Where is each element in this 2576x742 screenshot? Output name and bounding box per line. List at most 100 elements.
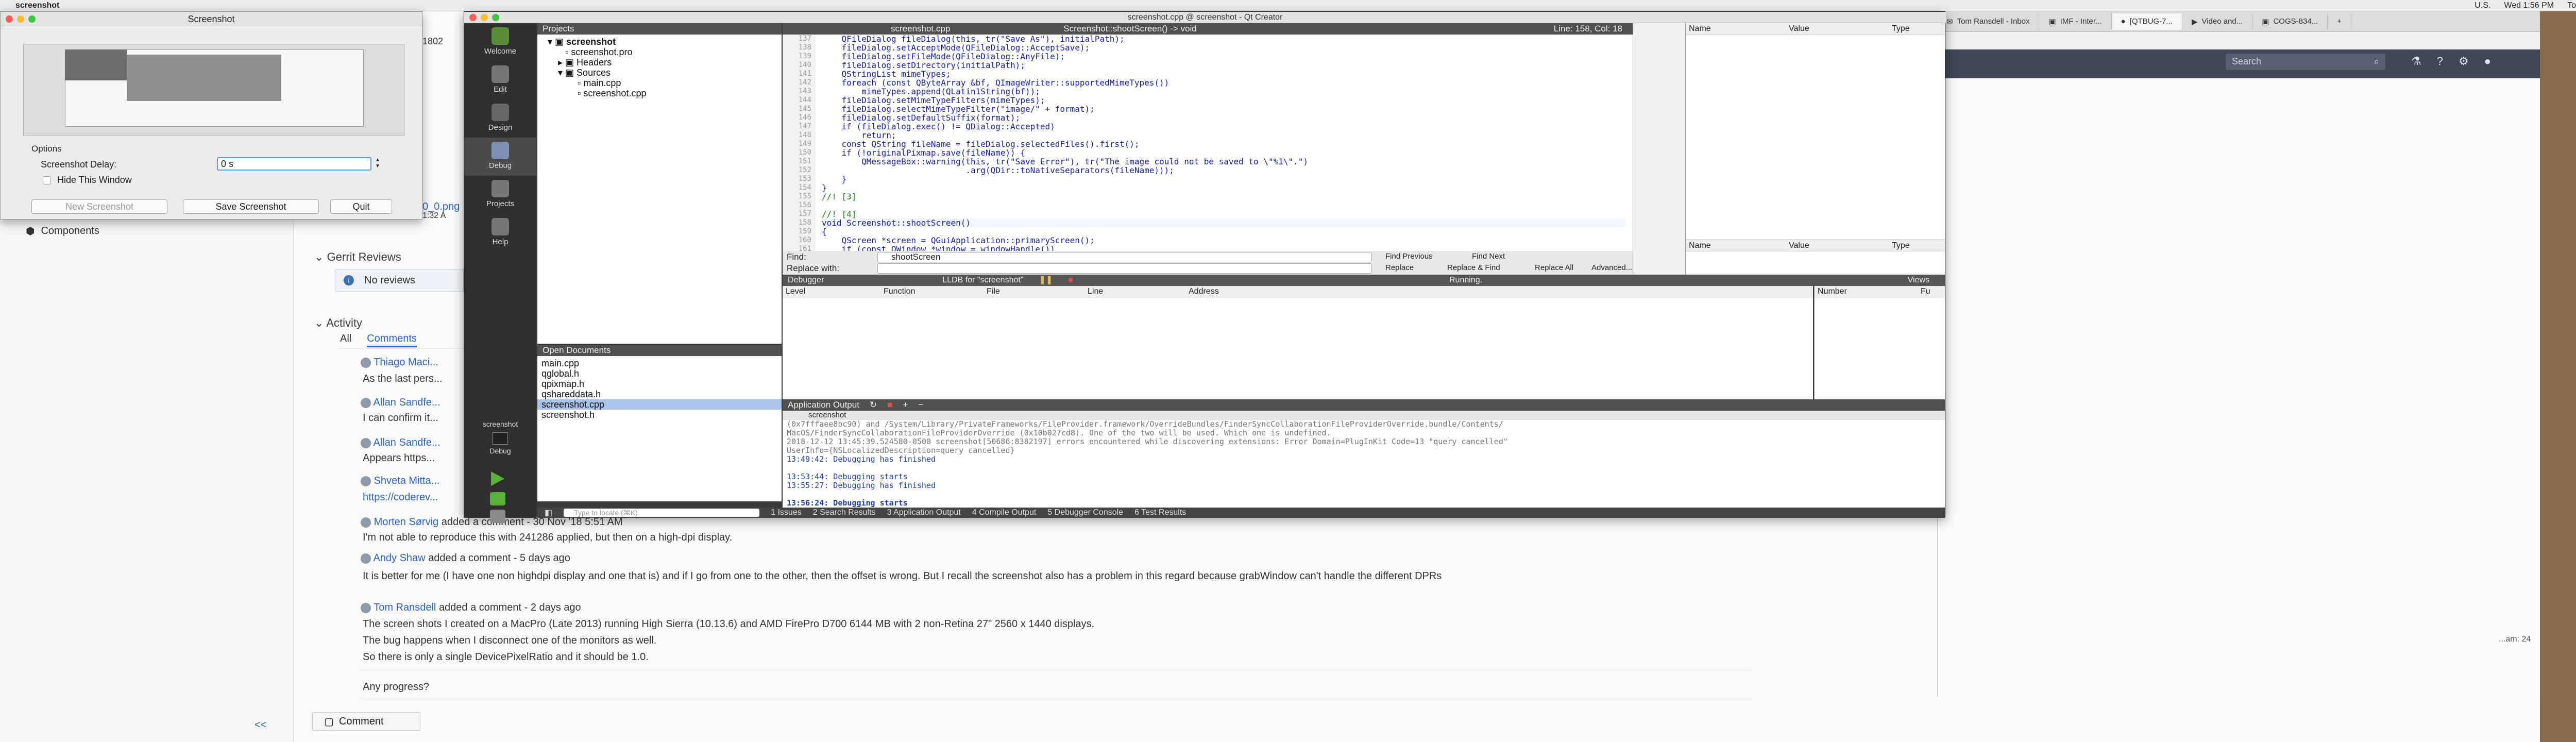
- code-line[interactable]: mimeTypes.append(QLatin1String(bf));: [822, 87, 1625, 96]
- find-input[interactable]: shootScreen: [877, 252, 1372, 262]
- browser-tab-1[interactable]: ▣ IMF - Inter...: [2039, 13, 2112, 30]
- tab-application-output[interactable]: 3 Application Output: [887, 508, 961, 517]
- mode-welcome[interactable]: Welcome: [464, 23, 536, 61]
- code-line[interactable]: .arg(QDir::toNativeSeparators(fileName))…: [822, 166, 1625, 175]
- advanced-button[interactable]: Advanced...: [1591, 263, 1632, 272]
- code-line[interactable]: }: [822, 183, 1625, 192]
- stack-col-file[interactable]: File: [987, 286, 1088, 297]
- spinbox-stepper[interactable]: ▲ ▼: [374, 157, 382, 171]
- browser-tab-2[interactable]: ● [QTBUG-7...: [2111, 13, 2182, 30]
- dashboard-icon[interactable]: ⚗: [2411, 55, 2421, 68]
- gear-icon[interactable]: ⚙: [2459, 55, 2469, 68]
- dialog-titlebar[interactable]: Screenshot: [1, 12, 422, 26]
- toggle-sidebar-icon[interactable]: ◧: [545, 508, 552, 518]
- comment-author[interactable]: Morten Sørvig: [374, 516, 439, 528]
- code-line[interactable]: fileDialog.setAcceptMode(QFileDialog::Ac…: [822, 43, 1625, 52]
- replace-find-button[interactable]: Replace & Find: [1447, 263, 1500, 272]
- zoom-out-icon[interactable]: −: [918, 399, 923, 411]
- close-button[interactable]: [6, 15, 13, 23]
- code-line[interactable]: return;: [822, 131, 1625, 140]
- symbol-combo[interactable]: Screenshot::shootScreen() -> void: [1063, 23, 1196, 35]
- open-doc-item[interactable]: qpixmap.h: [541, 379, 782, 389]
- locator-input[interactable]: Type to locate (⌘K): [564, 509, 760, 517]
- replace-all-button[interactable]: Replace All: [1535, 263, 1573, 272]
- threads-col-function[interactable]: Fu: [1921, 286, 1930, 297]
- code-line[interactable]: QMessageBox::warning(this, tr("Save Erro…: [822, 157, 1625, 166]
- locals-col-type[interactable]: Type: [1892, 23, 1910, 34]
- mode-help[interactable]: Help: [464, 214, 536, 252]
- tab-test-results[interactable]: 6 Test Results: [1134, 508, 1186, 517]
- mode-edit[interactable]: Edit: [464, 61, 536, 99]
- find-next-button[interactable]: Find Next: [1472, 252, 1505, 261]
- open-doc-item[interactable]: qglobal.h: [541, 368, 782, 379]
- code-line[interactable]: if (const QWindow *window = windowHandle…: [822, 245, 1625, 251]
- pause-button[interactable]: ❚❚: [1039, 275, 1053, 286]
- open-doc-item[interactable]: screenshot.h: [541, 410, 782, 420]
- threads-col-number[interactable]: Number: [1815, 286, 1921, 297]
- open-doc-item[interactable]: main.cpp: [541, 358, 782, 368]
- code-line[interactable]: fileDialog.selectMimeTypeFilter("image/"…: [822, 105, 1625, 113]
- hide-window-checkbox[interactable]: Hide This Window: [43, 175, 132, 185]
- comment-text[interactable]: https://coderev...: [363, 492, 438, 503]
- checkbox-box[interactable]: [43, 176, 51, 184]
- comment-author[interactable]: Shveta Mitta...: [374, 475, 440, 486]
- comment-author[interactable]: Andy Shaw: [373, 552, 425, 564]
- components-link[interactable]: ⬢ Components: [26, 225, 99, 238]
- tree-item[interactable]: ▫ screenshot.pro: [548, 47, 782, 57]
- app-menu[interactable]: screenshot: [15, 1, 59, 10]
- code-line[interactable]: QFileDialog fileDialog(this, tr("Save As…: [822, 35, 1625, 43]
- run-target[interactable]: screenshot Debug: [464, 420, 536, 455]
- code-line[interactable]: if (!originalPixmap.save(fileName)) {: [822, 148, 1625, 157]
- rerun-icon[interactable]: ↻: [870, 399, 877, 411]
- stack-col-line[interactable]: Line: [1088, 286, 1189, 297]
- stack-col-level[interactable]: Level: [783, 286, 884, 297]
- new-screenshot-button[interactable]: New Screenshot: [31, 199, 167, 214]
- save-screenshot-button[interactable]: Save Screenshot: [183, 199, 319, 214]
- delay-spinbox[interactable]: 0 s: [217, 157, 371, 171]
- locals-col-name[interactable]: Name: [1686, 23, 1789, 34]
- tree-item[interactable]: ▸ ▣ Headers: [548, 57, 782, 68]
- zoom-in-icon[interactable]: +: [903, 399, 908, 411]
- app-output-tab[interactable]: screenshot: [783, 411, 1945, 420]
- open-doc-item[interactable]: qshareddata.h: [541, 389, 782, 399]
- activity-title[interactable]: ⌄ Activity: [314, 316, 362, 330]
- code-line[interactable]: //! [4]: [822, 210, 1625, 218]
- code-line[interactable]: }: [822, 175, 1625, 183]
- zoom-button[interactable]: [28, 15, 36, 23]
- watch-col-value[interactable]: Value: [1789, 240, 1892, 251]
- code-line[interactable]: if (fileDialog.exec() != QDialog::Accept…: [822, 122, 1625, 131]
- code-line[interactable]: fileDialog.setFileMode(QFileDialog::AnyF…: [822, 52, 1625, 61]
- stop-icon[interactable]: ■: [887, 399, 892, 411]
- run-button[interactable]: [491, 471, 504, 486]
- gerrit-reviews-title[interactable]: ⌄ Gerrit Reviews: [314, 250, 401, 264]
- editor-file-combo[interactable]: screenshot.cpp: [891, 23, 950, 35]
- mode-debug[interactable]: Debug: [464, 138, 536, 176]
- views-button[interactable]: Views: [1908, 275, 1945, 286]
- debug-run-button[interactable]: [490, 492, 505, 505]
- tab-debugger-console[interactable]: 5 Debugger Console: [1047, 508, 1123, 517]
- engine-combo[interactable]: LLDB for "screenshot": [942, 275, 1023, 286]
- code-line[interactable]: fileDialog.setMimeTypeFilters(mimeTypes)…: [822, 96, 1625, 105]
- code-line[interactable]: const QString fileName = fileDialog.sele…: [822, 140, 1625, 148]
- app-output-log[interactable]: (0x7fffaee8bc90) and /System/Library/Pri…: [783, 420, 1945, 508]
- replace-button[interactable]: Replace: [1385, 263, 1414, 272]
- tree-item[interactable]: ▫ screenshot.cpp: [548, 88, 782, 98]
- comment-author[interactable]: Allan Sandfe...: [373, 397, 440, 408]
- stack-col-address[interactable]: Address: [1189, 286, 1219, 297]
- code-line[interactable]: QScreen *screen = QGuiApplication::prima…: [822, 236, 1625, 245]
- browser-tab-0[interactable]: ✉ Tom Ransdell - Inbox: [1937, 13, 2040, 30]
- code-editor[interactable]: 137 138 139 140 141 142 143 144 145 146 147 148 149 1…: [783, 35, 1633, 251]
- avatar[interactable]: ●: [2484, 55, 2491, 68]
- code-line[interactable]: {: [822, 227, 1625, 236]
- code-line[interactable]: [822, 201, 1625, 210]
- code-line[interactable]: //! [3]: [822, 192, 1625, 201]
- tab-search-results[interactable]: 2 Search Results: [813, 508, 876, 517]
- quit-button[interactable]: Quit: [330, 199, 392, 214]
- build-button[interactable]: [490, 510, 505, 523]
- comment-author[interactable]: Allan Sandfe...: [373, 437, 440, 448]
- comment-author[interactable]: Thiago Maci...: [374, 357, 438, 368]
- replace-input[interactable]: [877, 263, 1372, 274]
- tab-all[interactable]: All: [340, 333, 351, 347]
- mode-design[interactable]: Design: [464, 99, 536, 138]
- tree-item[interactable]: ▫ main.cpp: [548, 78, 782, 88]
